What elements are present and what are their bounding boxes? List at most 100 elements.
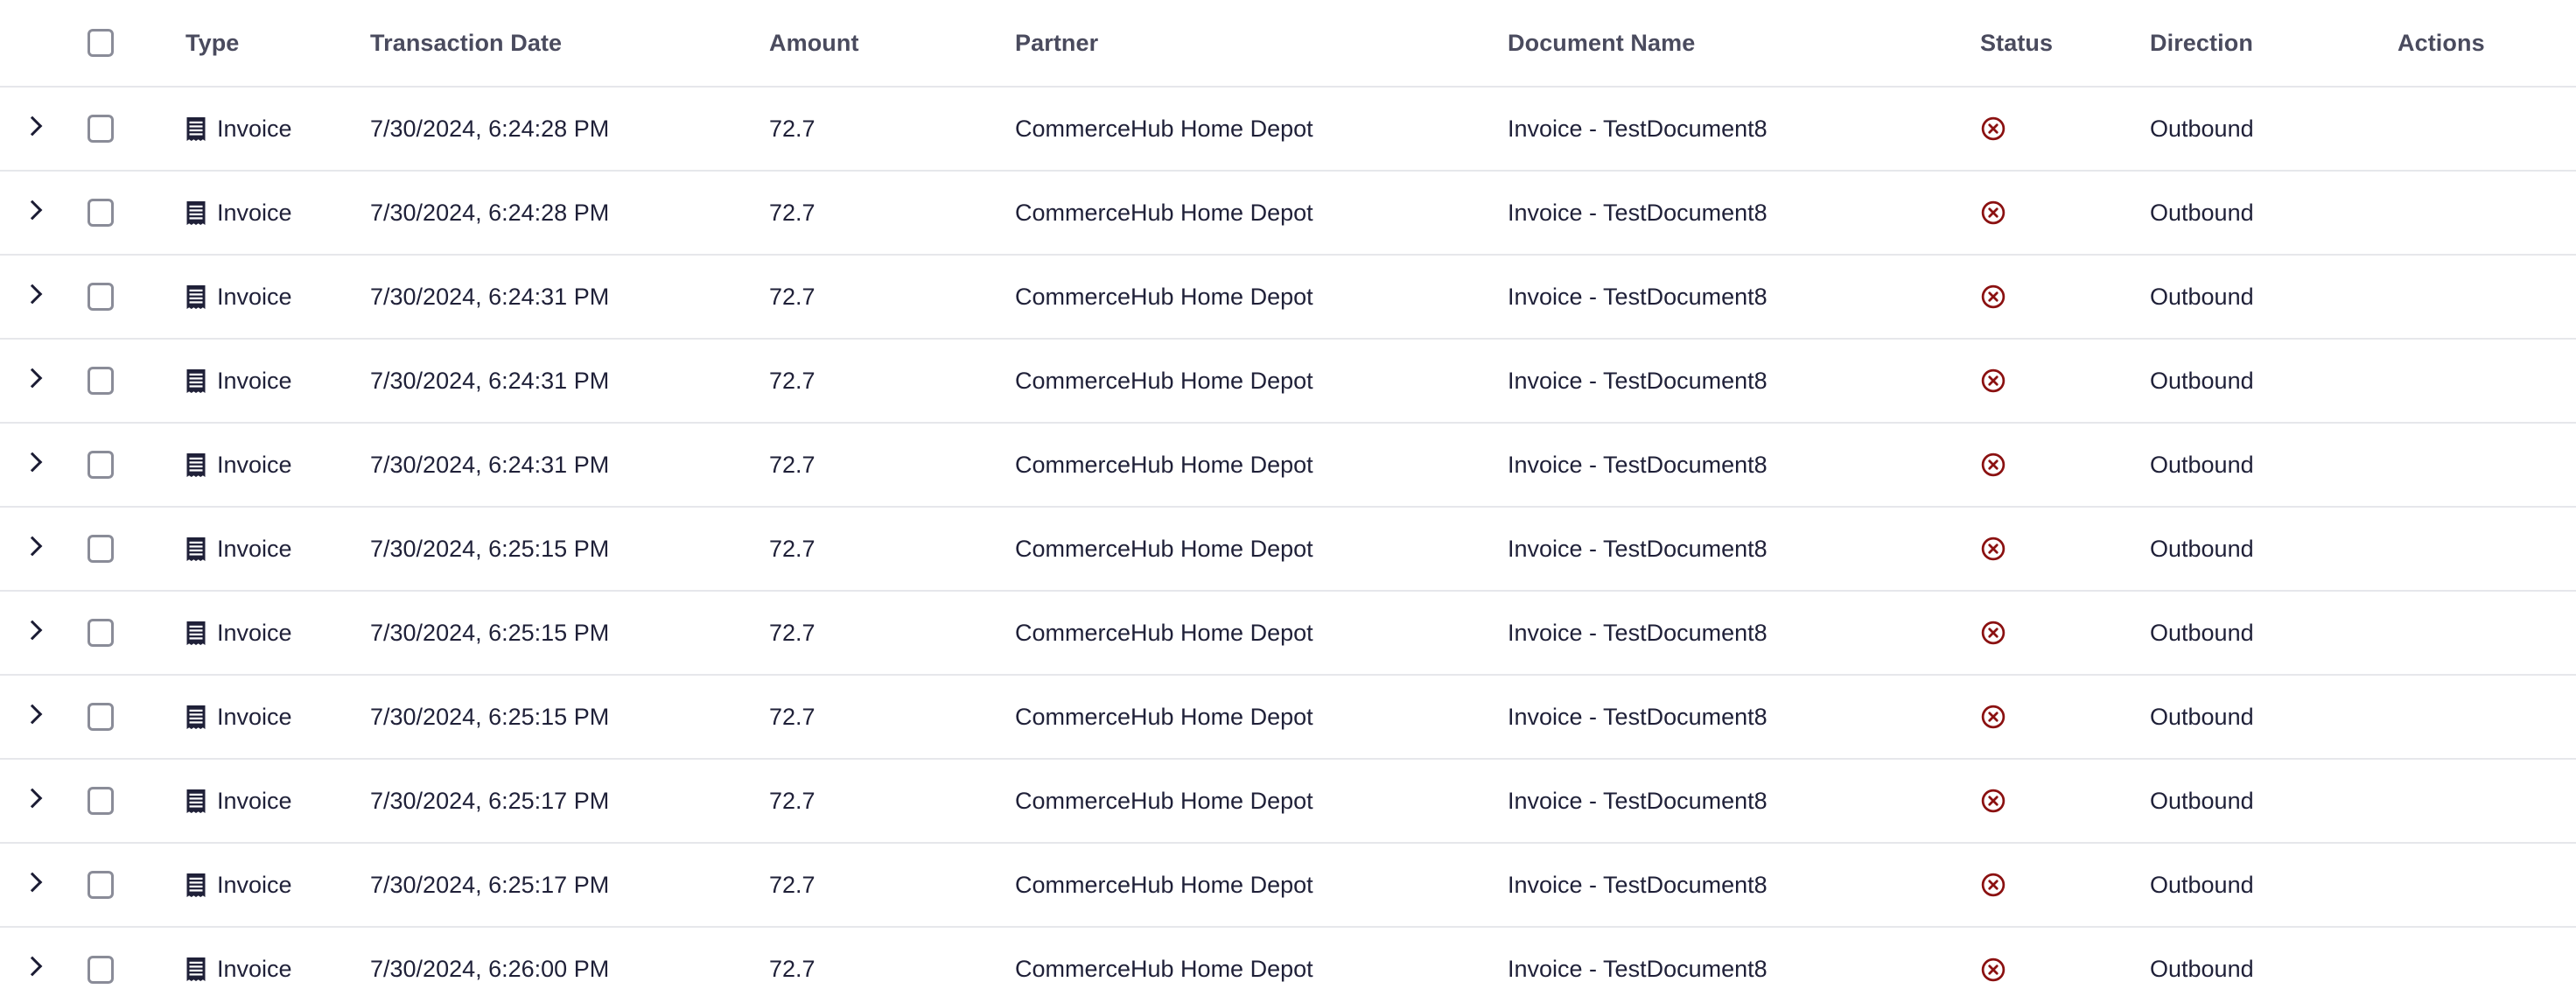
error-circle-x-icon[interactable] — [1980, 872, 2150, 898]
row-status-cell[interactable] — [1980, 339, 2150, 424]
table-row[interactable]: Invoice 7/30/2024, 6:26:00 PM 72.7 Commerce… — [0, 927, 2576, 989]
row-select-cell[interactable] — [88, 339, 186, 424]
row-checkbox[interactable] — [88, 451, 114, 480]
row-expand-cell[interactable] — [0, 87, 88, 172]
chevron-right-icon[interactable] — [19, 533, 46, 559]
row-checkbox[interactable] — [88, 199, 114, 228]
row-checkbox[interactable] — [88, 703, 114, 732]
row-actions-cell[interactable] — [2398, 255, 2576, 340]
row-checkbox[interactable] — [88, 955, 114, 984]
row-expand-cell[interactable] — [0, 927, 88, 989]
error-circle-x-icon[interactable] — [1980, 788, 2150, 814]
row-status-cell[interactable] — [1980, 843, 2150, 928]
error-circle-x-icon[interactable] — [1980, 536, 2150, 562]
row-select-cell[interactable] — [88, 591, 186, 676]
row-select-cell[interactable] — [88, 255, 186, 340]
error-circle-x-icon[interactable] — [1980, 452, 2150, 478]
column-header-direction[interactable]: Direction — [2150, 0, 2398, 88]
row-actions-cell[interactable] — [2398, 591, 2576, 676]
row-status-cell[interactable] — [1980, 423, 2150, 508]
row-status-cell[interactable] — [1980, 171, 2150, 256]
table-row[interactable]: Invoice 7/30/2024, 6:25:15 PM 72.7 Commerce… — [0, 675, 2576, 760]
row-partner: CommerceHub Home Depot — [1015, 255, 1508, 340]
column-header-amount[interactable]: Amount — [769, 0, 1015, 88]
row-status-cell[interactable] — [1980, 675, 2150, 760]
chevron-right-icon[interactable] — [19, 701, 46, 727]
table-row[interactable]: Invoice 7/30/2024, 6:25:15 PM 72.7 Commerce… — [0, 507, 2576, 592]
table-row[interactable]: Invoice 7/30/2024, 6:24:28 PM 72.7 Commerce… — [0, 87, 2576, 172]
error-circle-x-icon[interactable] — [1980, 284, 2150, 310]
row-expand-cell[interactable] — [0, 843, 88, 928]
error-circle-x-icon[interactable] — [1980, 957, 2150, 983]
error-circle-x-icon[interactable] — [1980, 200, 2150, 226]
row-actions-cell[interactable] — [2398, 339, 2576, 424]
row-actions-cell[interactable] — [2398, 507, 2576, 592]
row-checkbox[interactable] — [88, 871, 114, 900]
chevron-right-icon[interactable] — [19, 197, 46, 223]
row-select-cell[interactable] — [88, 87, 186, 172]
select-all-checkbox[interactable] — [88, 29, 114, 58]
row-status-cell[interactable] — [1980, 255, 2150, 340]
chevron-right-icon[interactable] — [19, 449, 46, 475]
table-row[interactable]: Invoice 7/30/2024, 6:24:28 PM 72.7 Commerce… — [0, 171, 2576, 256]
row-expand-cell[interactable] — [0, 171, 88, 256]
row-actions-cell[interactable] — [2398, 759, 2576, 844]
row-status-cell[interactable] — [1980, 87, 2150, 172]
row-checkbox[interactable] — [88, 619, 114, 648]
row-actions-cell[interactable] — [2398, 675, 2576, 760]
row-checkbox[interactable] — [88, 367, 114, 396]
table-row[interactable]: Invoice 7/30/2024, 6:24:31 PM 72.7 Commerce… — [0, 423, 2576, 508]
row-select-cell[interactable] — [88, 927, 186, 989]
table-row[interactable]: Invoice 7/30/2024, 6:25:15 PM 72.7 Commerce… — [0, 591, 2576, 676]
table-row[interactable]: Invoice 7/30/2024, 6:24:31 PM 72.7 Commerce… — [0, 339, 2576, 424]
column-header-status[interactable]: Status — [1980, 0, 2150, 88]
column-header-document-name[interactable]: Document Name — [1508, 0, 1980, 88]
chevron-right-icon[interactable] — [19, 869, 46, 895]
row-status-cell[interactable] — [1980, 591, 2150, 676]
row-select-cell[interactable] — [88, 171, 186, 256]
chevron-right-icon[interactable] — [19, 365, 46, 391]
row-select-cell[interactable] — [88, 843, 186, 928]
row-transaction-date: 7/30/2024, 6:25:17 PM — [370, 843, 769, 928]
chevron-right-icon[interactable] — [19, 953, 46, 979]
chevron-right-icon[interactable] — [19, 281, 46, 307]
row-status-cell[interactable] — [1980, 759, 2150, 844]
chevron-right-icon[interactable] — [19, 785, 46, 811]
row-actions-cell[interactable] — [2398, 843, 2576, 928]
error-circle-x-icon[interactable] — [1980, 116, 2150, 142]
row-actions-cell[interactable] — [2398, 927, 2576, 989]
row-expand-cell[interactable] — [0, 339, 88, 424]
row-checkbox[interactable] — [88, 535, 114, 564]
table-row[interactable]: Invoice 7/30/2024, 6:25:17 PM 72.7 Commerce… — [0, 843, 2576, 928]
row-expand-cell[interactable] — [0, 591, 88, 676]
chevron-right-icon[interactable] — [19, 617, 46, 643]
row-expand-cell[interactable] — [0, 507, 88, 592]
error-circle-x-icon[interactable] — [1980, 704, 2150, 730]
row-checkbox[interactable] — [88, 115, 114, 144]
row-checkbox[interactable] — [88, 787, 114, 816]
column-header-transaction-date[interactable]: Transaction Date — [370, 0, 769, 88]
column-header-type[interactable]: Type — [186, 0, 370, 88]
row-checkbox[interactable] — [88, 283, 114, 312]
row-expand-cell[interactable] — [0, 423, 88, 508]
table-row[interactable]: Invoice 7/30/2024, 6:24:31 PM 72.7 Commerce… — [0, 255, 2576, 340]
row-expand-cell[interactable] — [0, 675, 88, 760]
row-status-cell[interactable] — [1980, 927, 2150, 989]
error-circle-x-icon[interactable] — [1980, 620, 2150, 646]
chevron-right-icon[interactable] — [19, 113, 46, 139]
table-row[interactable]: Invoice 7/30/2024, 6:25:17 PM 72.7 Commerce… — [0, 759, 2576, 844]
row-expand-cell[interactable] — [0, 255, 88, 340]
row-select-cell[interactable] — [88, 507, 186, 592]
row-select-cell[interactable] — [88, 423, 186, 508]
row-actions-cell[interactable] — [2398, 87, 2576, 172]
error-circle-x-icon[interactable] — [1980, 368, 2150, 394]
row-actions-cell[interactable] — [2398, 171, 2576, 256]
row-select-cell[interactable] — [88, 759, 186, 844]
row-actions-cell[interactable] — [2398, 423, 2576, 508]
receipt-document-icon — [186, 537, 206, 561]
column-header-partner[interactable]: Partner — [1015, 0, 1508, 88]
row-expand-cell[interactable] — [0, 759, 88, 844]
row-status-cell[interactable] — [1980, 507, 2150, 592]
row-select-cell[interactable] — [88, 675, 186, 760]
row-direction: Outbound — [2150, 927, 2398, 989]
